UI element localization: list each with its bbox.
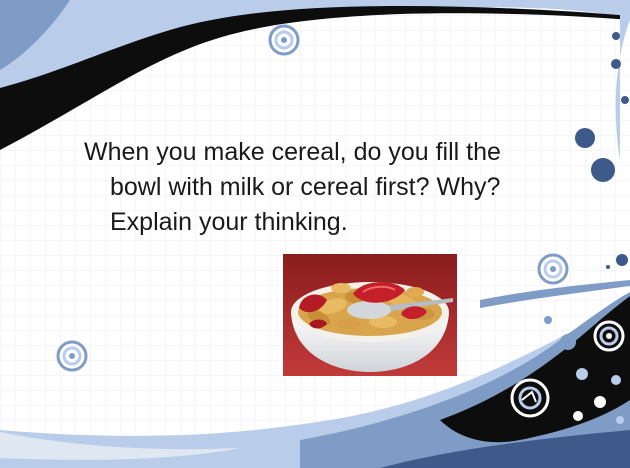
question-line-1: When you make cereal, do you fill the: [84, 138, 501, 166]
question-line-3: Explain your thinking.: [110, 208, 348, 236]
slide: When you make cereal, do you fill the bo…: [0, 0, 630, 468]
question-text: When you make cereal, do you fill the bo…: [84, 135, 564, 240]
cereal-bowl-photo: [283, 254, 457, 376]
question-line-2: bowl with milk or cereal first? Why?: [110, 173, 501, 201]
spoon: [347, 301, 391, 319]
